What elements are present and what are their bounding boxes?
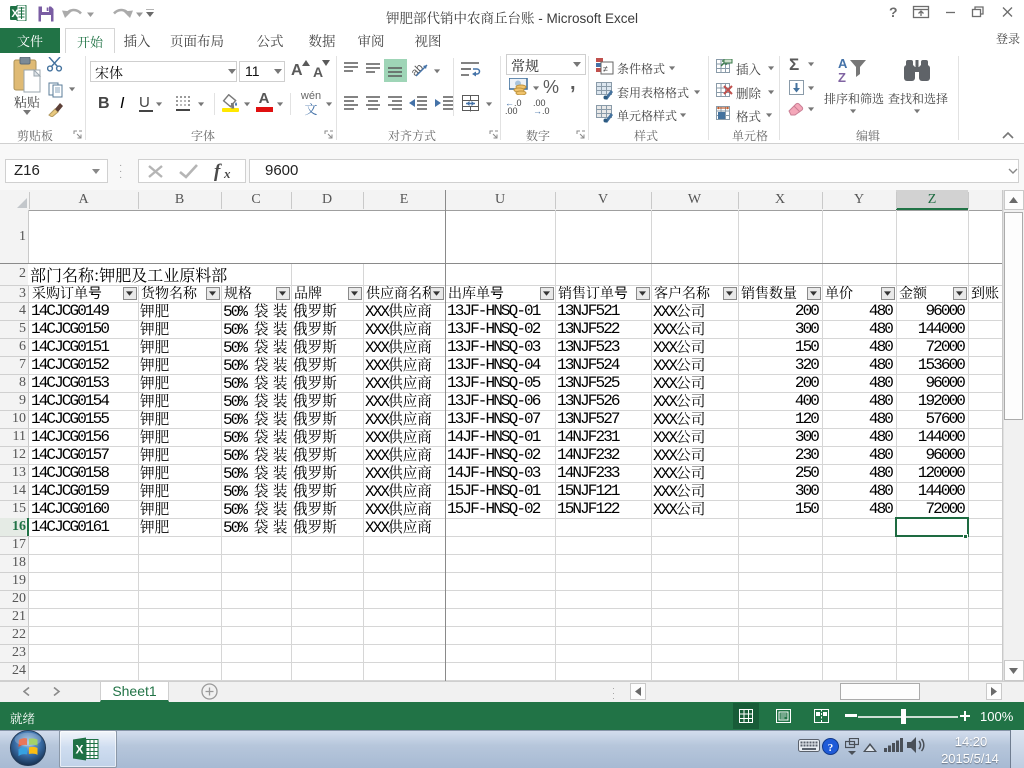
svg-text:?: ? (828, 742, 834, 754)
svg-text:X: X (75, 743, 83, 757)
svg-text:ab: ab (412, 62, 426, 79)
svg-text:?: ? (889, 4, 898, 20)
svg-text:A: A (838, 56, 848, 71)
svg-text:Z: Z (838, 70, 846, 84)
svg-text:≠: ≠ (603, 64, 608, 74)
svg-text:x: x (223, 166, 231, 181)
svg-text:f: f (214, 162, 222, 181)
